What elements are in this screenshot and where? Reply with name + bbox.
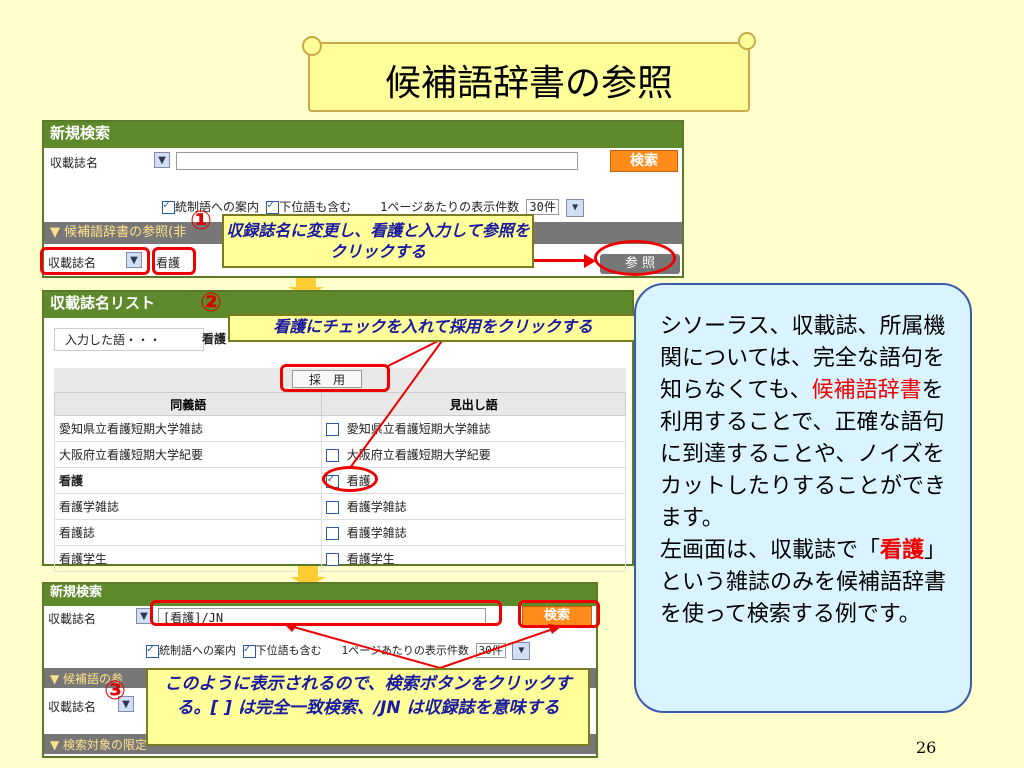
field-select-2[interactable]: 収載誌名 <box>48 698 96 715</box>
field-select[interactable]: 収載誌名 <box>48 610 96 627</box>
scroll-curl <box>302 36 322 56</box>
input-term-label: 入力した語・・・ <box>54 328 204 351</box>
synonym-cell: 看護学生 <box>53 545 323 572</box>
synonym-cell: 看護誌 <box>53 519 323 546</box>
table-row: 看護学生 看護学生 <box>53 545 626 572</box>
highlight-field <box>40 247 150 275</box>
synonym-cell: 大阪府立看護短期大学紀要 <box>53 441 323 468</box>
heading-checkbox[interactable] <box>326 501 340 514</box>
slide-title: 候補語辞書の参照 <box>384 63 673 104</box>
chevron-down-icon[interactable]: ▼ <box>566 198 585 217</box>
scroll-curl <box>738 32 756 50</box>
step-1-callout: 収録誌名に変更し、看護と入力して参照をクリックする <box>222 214 534 268</box>
synonym-cell: 看護 <box>53 467 323 494</box>
page-number: 26 <box>916 738 937 757</box>
search-button[interactable]: 検索 <box>610 150 678 172</box>
guide-checkbox[interactable] <box>162 198 175 214</box>
input-term-value: 看護 <box>202 332 227 346</box>
heading-cell[interactable]: 看護学雑誌 <box>321 493 626 520</box>
explanation-box: シソーラス、収載誌、所属機関については、完全な語句を知らなくても、候補語辞書を利… <box>634 283 972 713</box>
highlight-text: 候補語辞書 <box>811 378 922 403</box>
lower-checkbox[interactable] <box>266 198 280 214</box>
synonym-cell: 愛知県立看護短期大学雑誌 <box>53 415 323 442</box>
per-page-select[interactable]: 30件 <box>526 199 559 215</box>
table-row: 看護誌 看護学雑誌 <box>53 519 626 546</box>
chevron-down-icon[interactable]: ▼ <box>154 152 170 168</box>
lower-checkbox[interactable] <box>242 642 256 658</box>
arrow-head <box>584 254 596 268</box>
heading-checkbox[interactable] <box>326 527 340 540</box>
step-3-callout: このように表示されるので、検索ボタンをクリックする。[ ] は完全一致検索、/J… <box>146 668 590 746</box>
step-2-callout: 看護にチェックを入れて採用をクリックする <box>228 314 638 342</box>
search-input[interactable] <box>176 152 578 170</box>
explanation-text: 左画面は、収載誌で「 <box>660 538 881 563</box>
heading-checkbox[interactable] <box>326 553 340 566</box>
col-synonym: 同義語 <box>53 392 323 416</box>
step-2-number: ② <box>200 288 223 318</box>
slide-title-scroll: 候補語辞書の参照 <box>302 32 756 112</box>
heading-cell[interactable]: 看護学雑誌 <box>321 519 626 546</box>
step-3-number: ③ <box>104 676 127 706</box>
table-row: 看護学雑誌 看護学雑誌 <box>53 493 626 520</box>
highlight-reference <box>594 240 676 276</box>
step-1-number: ① <box>190 206 213 236</box>
heading-checkbox[interactable] <box>326 449 340 462</box>
heading-cell[interactable]: 看護学生 <box>321 545 626 572</box>
pointer-line <box>284 624 562 669</box>
pointer-line <box>349 337 445 469</box>
highlight-text: 看護 <box>880 538 925 563</box>
synonym-cell: 看護学雑誌 <box>53 493 323 520</box>
guide-checkbox[interactable] <box>146 642 159 658</box>
heading-checkbox[interactable] <box>326 423 340 436</box>
field-select[interactable]: 収載誌名 <box>50 154 98 171</box>
panel-header: 新規検索 <box>44 122 682 148</box>
highlight-term <box>152 247 196 275</box>
